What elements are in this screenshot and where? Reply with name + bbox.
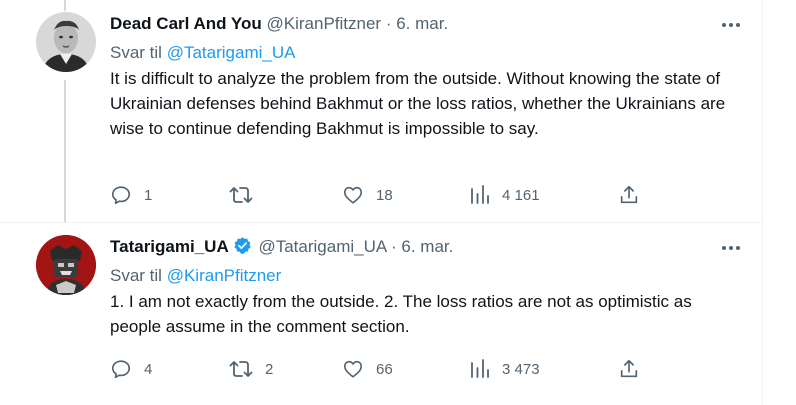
tweet-header: Tatarigami_UA @Tatarigami_UA · 6. mar. (110, 236, 453, 261)
like-icon (342, 358, 364, 380)
author-handle[interactable]: @KiranPfitzner (267, 14, 382, 33)
reply-button[interactable]: 1 (110, 182, 152, 208)
reply-icon (110, 358, 132, 380)
author-name[interactable]: Dead Carl And You (110, 14, 262, 33)
share-button[interactable] (618, 182, 640, 208)
avatar-tatarigami[interactable] (36, 235, 96, 295)
views-count: 3 473 (502, 360, 540, 378)
like-icon (342, 184, 364, 206)
tweet-tatarigami[interactable]: Tatarigami_UA @Tatarigami_UA · 6. mar. S… (0, 223, 762, 405)
author-handle[interactable]: @Tatarigami_UA (258, 237, 386, 256)
reply-icon (110, 184, 132, 206)
reply-to-line: Svar til @Tatarigami_UA (110, 42, 295, 64)
like-count: 66 (376, 360, 393, 378)
column-border (762, 0, 763, 405)
like-button[interactable]: 18 (342, 182, 393, 208)
tweet-text: It is difficult to analyze the problem f… (110, 69, 726, 138)
retweet-button[interactable] (229, 182, 265, 208)
like-count: 18 (376, 186, 393, 204)
tweet-date[interactable]: 6. mar. (396, 14, 448, 33)
separator-dot: · (391, 237, 397, 256)
tweet-header: Dead Carl And You @KiranPfitzner · 6. ma… (110, 13, 448, 35)
more-icon[interactable] (718, 12, 744, 38)
thread-connector (64, 80, 66, 222)
tweet-actions: 1 18 4 161 (110, 182, 650, 208)
reply-to-link[interactable]: @Tatarigami_UA (167, 43, 296, 62)
avatar-kiranpfitzner[interactable] (36, 12, 96, 72)
share-button[interactable] (618, 356, 640, 382)
retweet-count: 2 (265, 360, 274, 378)
tweet-date[interactable]: 6. mar. (401, 237, 453, 256)
views-count: 4 161 (502, 186, 540, 204)
tweet-kiranpfitzner[interactable]: Dead Carl And You @KiranPfitzner · 6. ma… (0, 0, 762, 222)
thread-connector-top (64, 0, 66, 11)
verified-badge-icon (233, 236, 252, 261)
views-button[interactable]: 4 161 (470, 182, 540, 208)
views-icon (470, 358, 490, 380)
tweet-thread: Dead Carl And You @KiranPfitzner · 6. ma… (0, 0, 796, 405)
retweet-icon (229, 184, 253, 206)
like-button[interactable]: 66 (342, 356, 393, 382)
views-icon (470, 184, 490, 206)
tweet-actions: 4 2 66 3 473 (110, 356, 650, 382)
share-icon (618, 358, 640, 380)
tweet-text: 1. I am not exactly from the outside. 2.… (110, 292, 692, 336)
reply-to-line: Svar til @KiranPfitzner (110, 265, 281, 287)
reply-to-prefix: Svar til (110, 43, 162, 62)
views-button[interactable]: 3 473 (470, 356, 540, 382)
reply-to-prefix: Svar til (110, 266, 162, 285)
separator-dot: · (385, 14, 392, 33)
more-icon[interactable] (718, 235, 744, 261)
reply-to-link[interactable]: @KiranPfitzner (167, 266, 282, 285)
reply-button[interactable]: 4 (110, 356, 152, 382)
share-icon (618, 184, 640, 206)
retweet-icon (229, 358, 253, 380)
retweet-button[interactable]: 2 (229, 356, 273, 382)
reply-count: 1 (144, 186, 153, 204)
reply-count: 4 (144, 360, 153, 378)
author-name[interactable]: Tatarigami_UA (110, 237, 229, 256)
